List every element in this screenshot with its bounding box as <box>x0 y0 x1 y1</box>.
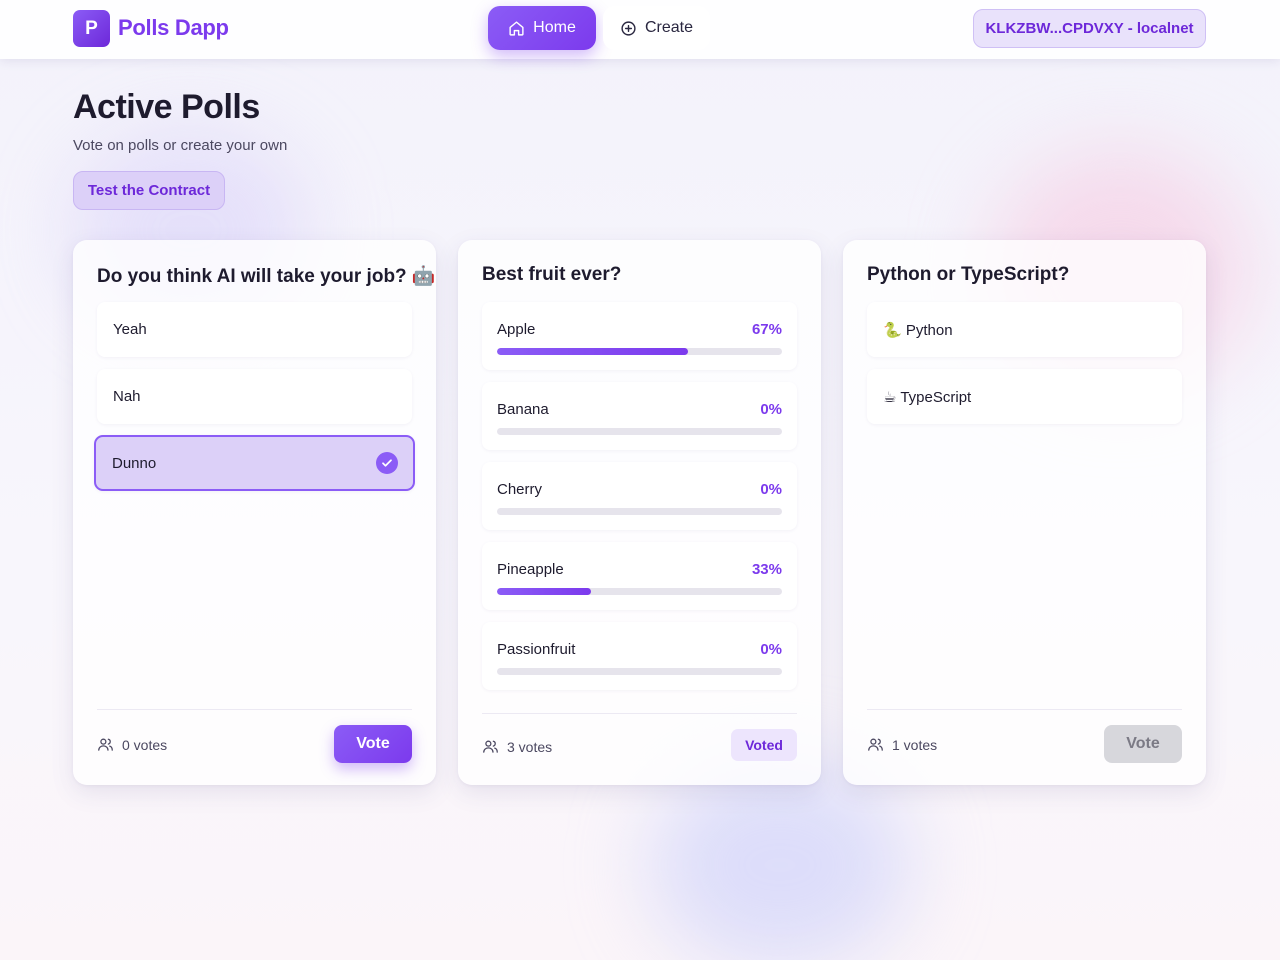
result-bar-track <box>497 508 782 515</box>
poll-card-ai-job: Do you think AI will take your job? 🤖 Ye… <box>73 240 436 785</box>
poll-option-typescript[interactable]: ☕ TypeScript <box>867 369 1182 424</box>
result-row-banana: Banana 0% <box>482 382 797 450</box>
wallet-address-button[interactable]: KLKZBW...CPDVXY - localnet <box>973 9 1206 48</box>
result-percent: 33% <box>751 561 782 578</box>
result-bar-track <box>497 668 782 675</box>
vote-count: 1 votes <box>867 736 937 753</box>
vote-count-label: 1 votes <box>892 736 938 753</box>
vote-count-label: 0 votes <box>122 736 168 753</box>
poll-option-python[interactable]: 🐍 Python <box>867 302 1182 357</box>
result-bar-track <box>497 348 782 355</box>
option-label: Yeah <box>113 321 147 338</box>
page-title: Active Polls <box>73 88 260 126</box>
poll-card-python-typescript: Python or TypeScript? 🐍 Python ☕ TypeScr… <box>843 240 1206 785</box>
result-percent: 0% <box>760 641 782 658</box>
result-percent: 0% <box>760 401 782 418</box>
vote-count-label: 3 votes <box>507 738 553 755</box>
poll-title: Python or TypeScript? <box>867 264 1070 285</box>
nav-home-button[interactable]: Home <box>488 6 596 50</box>
vote-count: 0 votes <box>97 736 167 753</box>
home-icon <box>509 20 524 36</box>
app-logo-icon: P <box>73 10 110 47</box>
app-name: Polls Dapp <box>118 15 229 40</box>
option-label: Nah <box>113 388 141 405</box>
card-divider <box>97 709 412 710</box>
result-label: Apple <box>497 321 536 338</box>
users-icon <box>483 740 498 753</box>
result-bar-fill <box>497 588 592 595</box>
result-row-apple: Apple 67% <box>482 302 797 370</box>
option-label: Dunno <box>112 454 157 472</box>
users-icon <box>868 738 883 751</box>
poll-card-best-fruit: Best fruit ever? Apple 67% Banana 0% Che… <box>458 240 821 785</box>
option-label: ☕ TypeScript <box>883 388 972 406</box>
result-row-cherry: Cherry 0% <box>482 462 797 530</box>
result-bar-track <box>497 588 782 595</box>
result-label: Pineapple <box>497 561 564 578</box>
result-label: Banana <box>497 401 549 418</box>
option-label: 🐍 Python <box>883 321 953 339</box>
card-divider <box>482 713 797 714</box>
result-label: Passionfruit <box>497 641 576 658</box>
plus-circle-icon <box>621 20 636 36</box>
page-subtitle: Vote on polls or create your own <box>73 137 288 154</box>
checkmark-icon <box>376 452 398 474</box>
poll-option-yeah[interactable]: Yeah <box>97 302 412 357</box>
voted-badge: Voted <box>731 729 797 761</box>
result-bar-track <box>497 428 782 435</box>
background-blob <box>650 760 910 960</box>
nav-create-label: Create <box>644 19 694 36</box>
poll-option-nah[interactable]: Nah <box>97 369 412 424</box>
test-contract-button[interactable]: Test the Contract <box>73 171 225 210</box>
users-icon <box>98 738 113 751</box>
vote-count: 3 votes <box>482 738 552 755</box>
result-bar-fill <box>497 348 688 355</box>
nav-create-button[interactable]: Create <box>603 6 710 50</box>
vote-button-disabled[interactable]: Vote <box>1104 725 1182 763</box>
result-label: Cherry <box>497 481 543 498</box>
card-divider <box>867 709 1182 710</box>
top-navbar: P Polls Dapp Home Create KLKZBW...CPDVXY… <box>0 0 1280 59</box>
result-percent: 67% <box>751 321 782 338</box>
poll-option-dunno-selected[interactable]: Dunno <box>94 435 415 491</box>
poll-title: Best fruit ever? <box>482 264 622 285</box>
result-percent: 0% <box>760 481 782 498</box>
vote-button[interactable]: Vote <box>334 725 412 763</box>
poll-title: Do you think AI will take your job? 🤖 <box>97 266 436 287</box>
nav-home-label: Home <box>533 19 576 36</box>
result-row-passionfruit: Passionfruit 0% <box>482 622 797 690</box>
result-row-pineapple: Pineapple 33% <box>482 542 797 610</box>
